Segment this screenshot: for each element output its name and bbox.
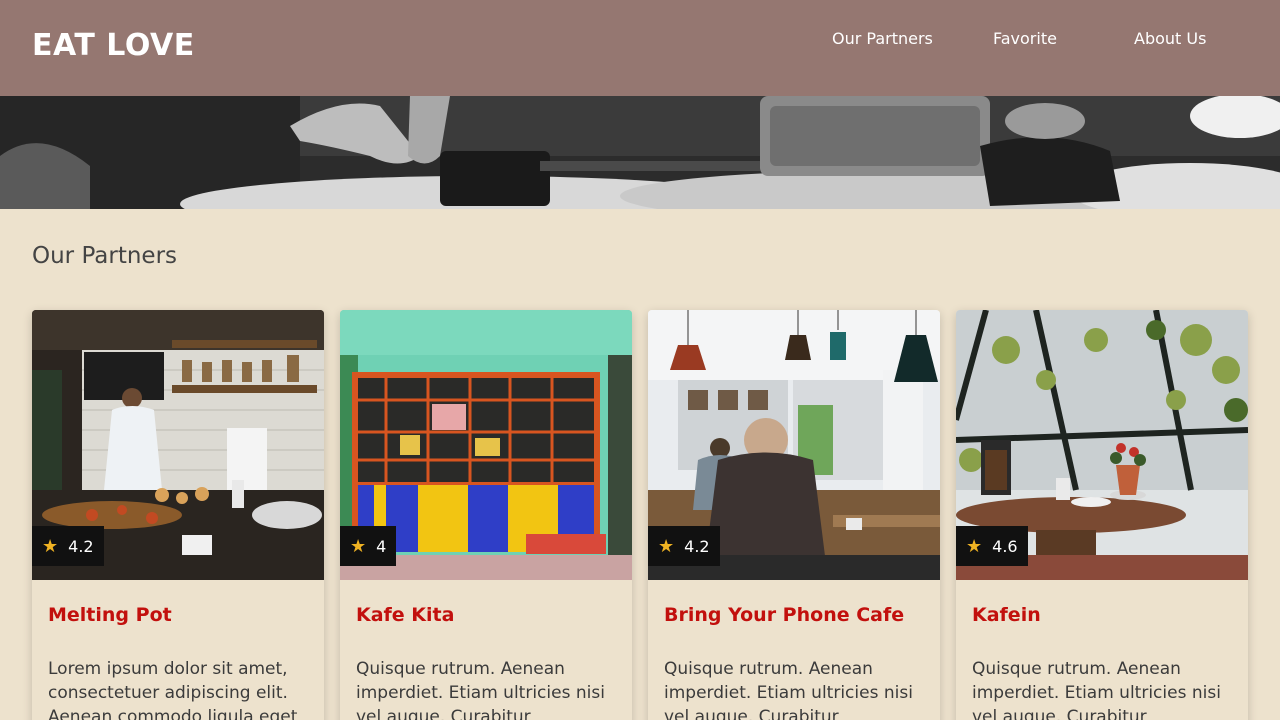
hero-banner [0,96,1280,209]
hero-food-photo [0,96,1280,209]
star-icon: ★ [350,535,367,557]
partner-card-melting-pot[interactable]: ★ 4.2 Melting Pot Lorem ipsum dolor sit … [32,310,324,720]
nav-link-favorite[interactable]: Favorite [993,29,1057,48]
partner-card-kafein[interactable]: ★ 4.6 Kafein Quisque rutrum. Aenean impe… [956,310,1248,720]
partner-description: Quisque rutrum. Aenean imperdiet. Etiam … [972,659,1221,720]
site-header: EAT LOVE Our Partners Favorite About Us [0,0,1280,96]
partner-card-bring-your-phone-cafe[interactable]: ★ 4.2 Bring Your Phone Cafe Quisque rutr… [648,310,940,720]
partner-name[interactable]: Kafein [972,604,1041,626]
rating-value: 4.6 [992,536,1018,556]
nav-link-about-us[interactable]: About Us [1134,29,1206,48]
rating-badge: ★ 4.6 [956,526,1028,566]
brand-logo[interactable]: EAT LOVE [32,28,195,63]
partner-card-kafe-kita[interactable]: ★ 4 Kafe Kita Quisque rutrum. Aenean imp… [340,310,632,720]
partner-description: Lorem ipsum dolor sit amet, consectetuer… [48,659,298,720]
rating-value: 4.2 [684,536,710,556]
partner-name[interactable]: Kafe Kita [356,604,454,626]
star-icon: ★ [966,535,983,557]
partner-description: Quisque rutrum. Aenean imperdiet. Etiam … [356,659,605,720]
rating-badge: ★ 4.2 [32,526,104,566]
partner-name[interactable]: Bring Your Phone Cafe [664,604,904,626]
star-icon: ★ [658,535,675,557]
star-icon: ★ [42,535,59,557]
section-title: Our Partners [32,243,178,269]
rating-badge: ★ 4 [340,526,397,566]
nav-link-our-partners[interactable]: Our Partners [832,29,933,48]
rating-badge: ★ 4.2 [648,526,720,566]
partner-description: Quisque rutrum. Aenean imperdiet. Etiam … [664,659,913,720]
rating-value: 4.2 [68,536,94,556]
partner-name[interactable]: Melting Pot [48,604,172,626]
rating-value: 4 [376,536,387,556]
